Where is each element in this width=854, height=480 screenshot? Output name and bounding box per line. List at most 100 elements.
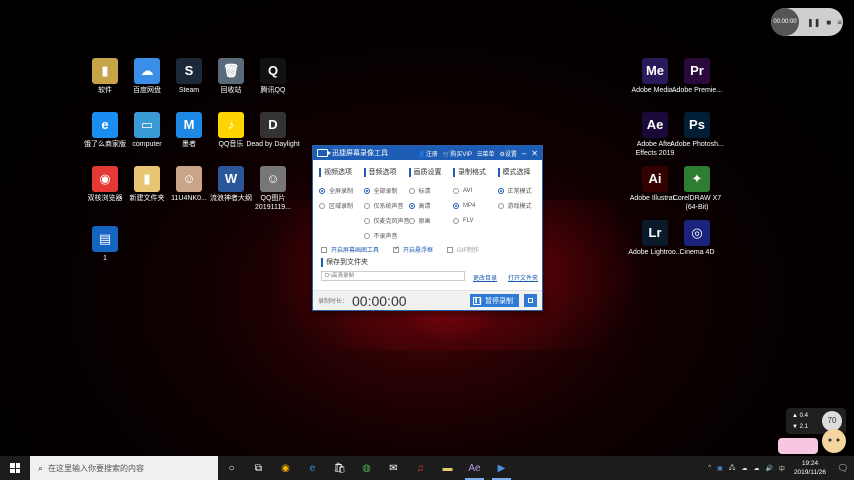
recorder-title: 迅捷屏幕录像工具 xyxy=(332,150,388,157)
checkbox[interactable] xyxy=(321,246,327,253)
radio-option[interactable]: 仅麦克风声音 xyxy=(363,213,410,228)
clock[interactable]: 19:24 2019/11/26 xyxy=(794,459,826,477)
netease-music-icon[interactable]: ♫ xyxy=(407,456,434,480)
radio-option[interactable]: 正常模式 xyxy=(497,183,543,198)
file-explorer-icon[interactable]: ▬ xyxy=(434,456,461,480)
menu-link[interactable]: ☰菜单 xyxy=(477,149,494,158)
radio-option[interactable]: FLV xyxy=(453,213,498,228)
radio-button[interactable] xyxy=(408,187,415,194)
checkbox-option[interactable]: GIF制作 xyxy=(447,245,479,254)
desktop-icon-label: 墨者 xyxy=(182,141,196,148)
radio-button[interactable] xyxy=(363,232,370,239)
buy-vip-link[interactable]: 🛒购买VIP xyxy=(443,149,472,158)
checkbox-option[interactable]: 开启悬浮框 xyxy=(393,245,433,254)
checkbox[interactable] xyxy=(393,245,399,253)
radio-label: 全屏录制 xyxy=(329,189,354,195)
chrome-icon[interactable]: ◉ xyxy=(272,456,299,480)
recorder-tray-icon[interactable]: ▣ xyxy=(717,465,723,472)
desktop-icon-right-1[interactable]: Pr Adobe Premie... xyxy=(668,58,726,95)
save-path-field[interactable]: D:\高清录制 xyxy=(321,271,465,281)
desktop-icon-right-5[interactable]: ✦ CorelDRAW X7 (64-Bit) xyxy=(668,166,726,212)
notification-icon[interactable]: 🗨 xyxy=(832,463,854,474)
radio-button[interactable] xyxy=(453,187,459,194)
change-dir-link[interactable]: 更改目录 xyxy=(473,273,497,282)
register-link[interactable]: 👤注册 xyxy=(418,149,438,158)
desktop-icon-label: QQ图片 20191119... xyxy=(255,195,291,211)
radio-button[interactable] xyxy=(453,202,459,209)
checkbox[interactable] xyxy=(447,246,454,253)
radio-label: 区域录制 xyxy=(329,204,354,210)
checkbox-option[interactable]: 开启屏幕画图工具 xyxy=(321,245,379,254)
radio-option[interactable]: 不录声音 xyxy=(363,228,409,243)
show-hidden-icons[interactable]: ^ xyxy=(708,465,711,471)
pause-record-button[interactable]: ❚❚ 暂停录制 xyxy=(470,294,519,307)
checkbox-label: GIF制作 xyxy=(457,248,480,254)
desktop-icon-label: Adobe Premie... xyxy=(671,87,723,94)
menu-icon[interactable]: ≡ xyxy=(837,18,842,27)
cortana-icon[interactable]: ○ xyxy=(218,456,245,480)
app-icon: W xyxy=(218,166,244,192)
after-effects-icon[interactable]: Ae xyxy=(461,456,488,480)
recorder-options: 视频选项 全屏录制 区域录制 音频选项 全部录制 仅系统声音 仅麦克风声音 不录声音 画质设置标… xyxy=(313,160,542,243)
save-folder-header: 保存到文件夹 xyxy=(321,258,368,267)
stop-icon[interactable]: ■ xyxy=(826,18,831,27)
open-folder-link[interactable]: 打开文件夹 xyxy=(508,273,538,282)
browser-360-icon[interactable]: ◍ xyxy=(353,456,380,480)
option-column-header: 画质设置 xyxy=(408,168,454,177)
radio-button[interactable] xyxy=(319,187,325,194)
radio-option[interactable]: 原画 xyxy=(408,213,454,228)
cloud-icon[interactable]: ☁ xyxy=(741,465,747,472)
desktop-icon-label: 软件 xyxy=(98,87,112,94)
radio-option[interactable]: 区域录制 xyxy=(319,198,364,213)
onedrive-icon[interactable]: ☁ xyxy=(753,465,759,472)
minimize-button[interactable]: – xyxy=(522,149,526,158)
store-icon[interactable]: 🛍 xyxy=(326,456,353,480)
radio-button[interactable] xyxy=(319,202,325,209)
settings-link[interactable]: ⚙设置 xyxy=(499,149,516,158)
radio-button[interactable] xyxy=(363,217,370,224)
taskbar: ⌕ 在这里输入你要搜索的内容 ○ ⧉ ◉ e 🛍 ◍ ✉ ♫ ▬ Ae ▶ ^ … xyxy=(0,456,854,480)
system-tray: ^ ▣ 🖧 ☁ ☁ 🔊 中 19:24 2019/11/26 🗨 xyxy=(705,456,854,480)
checkbox-label: 开启屏幕画图工具 xyxy=(331,248,380,254)
stop-record-button[interactable] xyxy=(524,294,537,307)
close-button[interactable]: ✕ xyxy=(531,149,538,158)
radio-option[interactable]: 全部录制 xyxy=(363,183,409,198)
radio-button[interactable] xyxy=(363,202,370,209)
app-icon: ◎ xyxy=(684,220,710,246)
app-icon: Ae xyxy=(642,112,668,138)
radio-option[interactable]: AVI xyxy=(453,183,498,198)
volume-icon[interactable]: 🔊 xyxy=(765,465,772,472)
taskbar-search-input[interactable]: ⌕ 在这里输入你要搜索的内容 xyxy=(30,456,218,480)
radio-option[interactable]: 标清 xyxy=(408,183,454,198)
desktop-icon-left-15[interactable]: ▤ 1 xyxy=(76,226,134,263)
screen-recorder-icon[interactable]: ▶ xyxy=(488,456,515,480)
network-icon[interactable]: 🖧 xyxy=(729,463,736,473)
radio-button[interactable] xyxy=(408,202,415,209)
desktop-icon-right-3[interactable]: Ps Adobe Photosh... xyxy=(668,112,726,149)
recorder-window: 迅捷屏幕录像工具 👤注册 🛒购买VIP ☰菜单 ⚙设置 – ✕ 视频选项 全屏录制… xyxy=(312,145,543,311)
edge-icon[interactable]: e xyxy=(299,456,326,480)
radio-option[interactable]: 全屏录制 xyxy=(319,183,364,198)
radio-option[interactable]: MP4 xyxy=(453,198,498,213)
task-view-icon[interactable]: ⧉ xyxy=(245,456,272,480)
ime-indicator[interactable]: 中 xyxy=(779,464,785,473)
radio-button[interactable] xyxy=(363,187,370,194)
radio-option[interactable]: 仅系统声音 xyxy=(363,198,409,213)
radio-option[interactable]: 高清 xyxy=(408,198,454,213)
pause-icon[interactable]: ❚❚ xyxy=(807,18,820,27)
desktop-icon-left-9[interactable]: D Dead by Daylight xyxy=(244,112,302,149)
radio-button[interactable] xyxy=(453,217,459,224)
desktop-icon-right-7[interactable]: ◎ Cinema 4D xyxy=(668,220,726,257)
floating-recorder[interactable]: 00:00:00 ❚❚ ■ ≡ xyxy=(771,8,843,36)
radio-option[interactable]: 游戏模式 xyxy=(497,198,543,213)
app-icon: ▮ xyxy=(92,58,118,84)
mail-icon[interactable]: ✉ xyxy=(380,456,407,480)
desktop-icon-left-14[interactable]: ☺ QQ图片 20191119... xyxy=(244,166,302,212)
app-icon: Ai xyxy=(642,166,668,192)
radio-button[interactable] xyxy=(497,202,504,209)
start-button[interactable] xyxy=(0,456,30,480)
radio-label: 不录声音 xyxy=(373,234,398,240)
radio-button[interactable] xyxy=(408,217,415,224)
radio-button[interactable] xyxy=(497,187,504,194)
desktop-icon-left-4[interactable]: Q 腾讯QQ xyxy=(244,58,302,95)
